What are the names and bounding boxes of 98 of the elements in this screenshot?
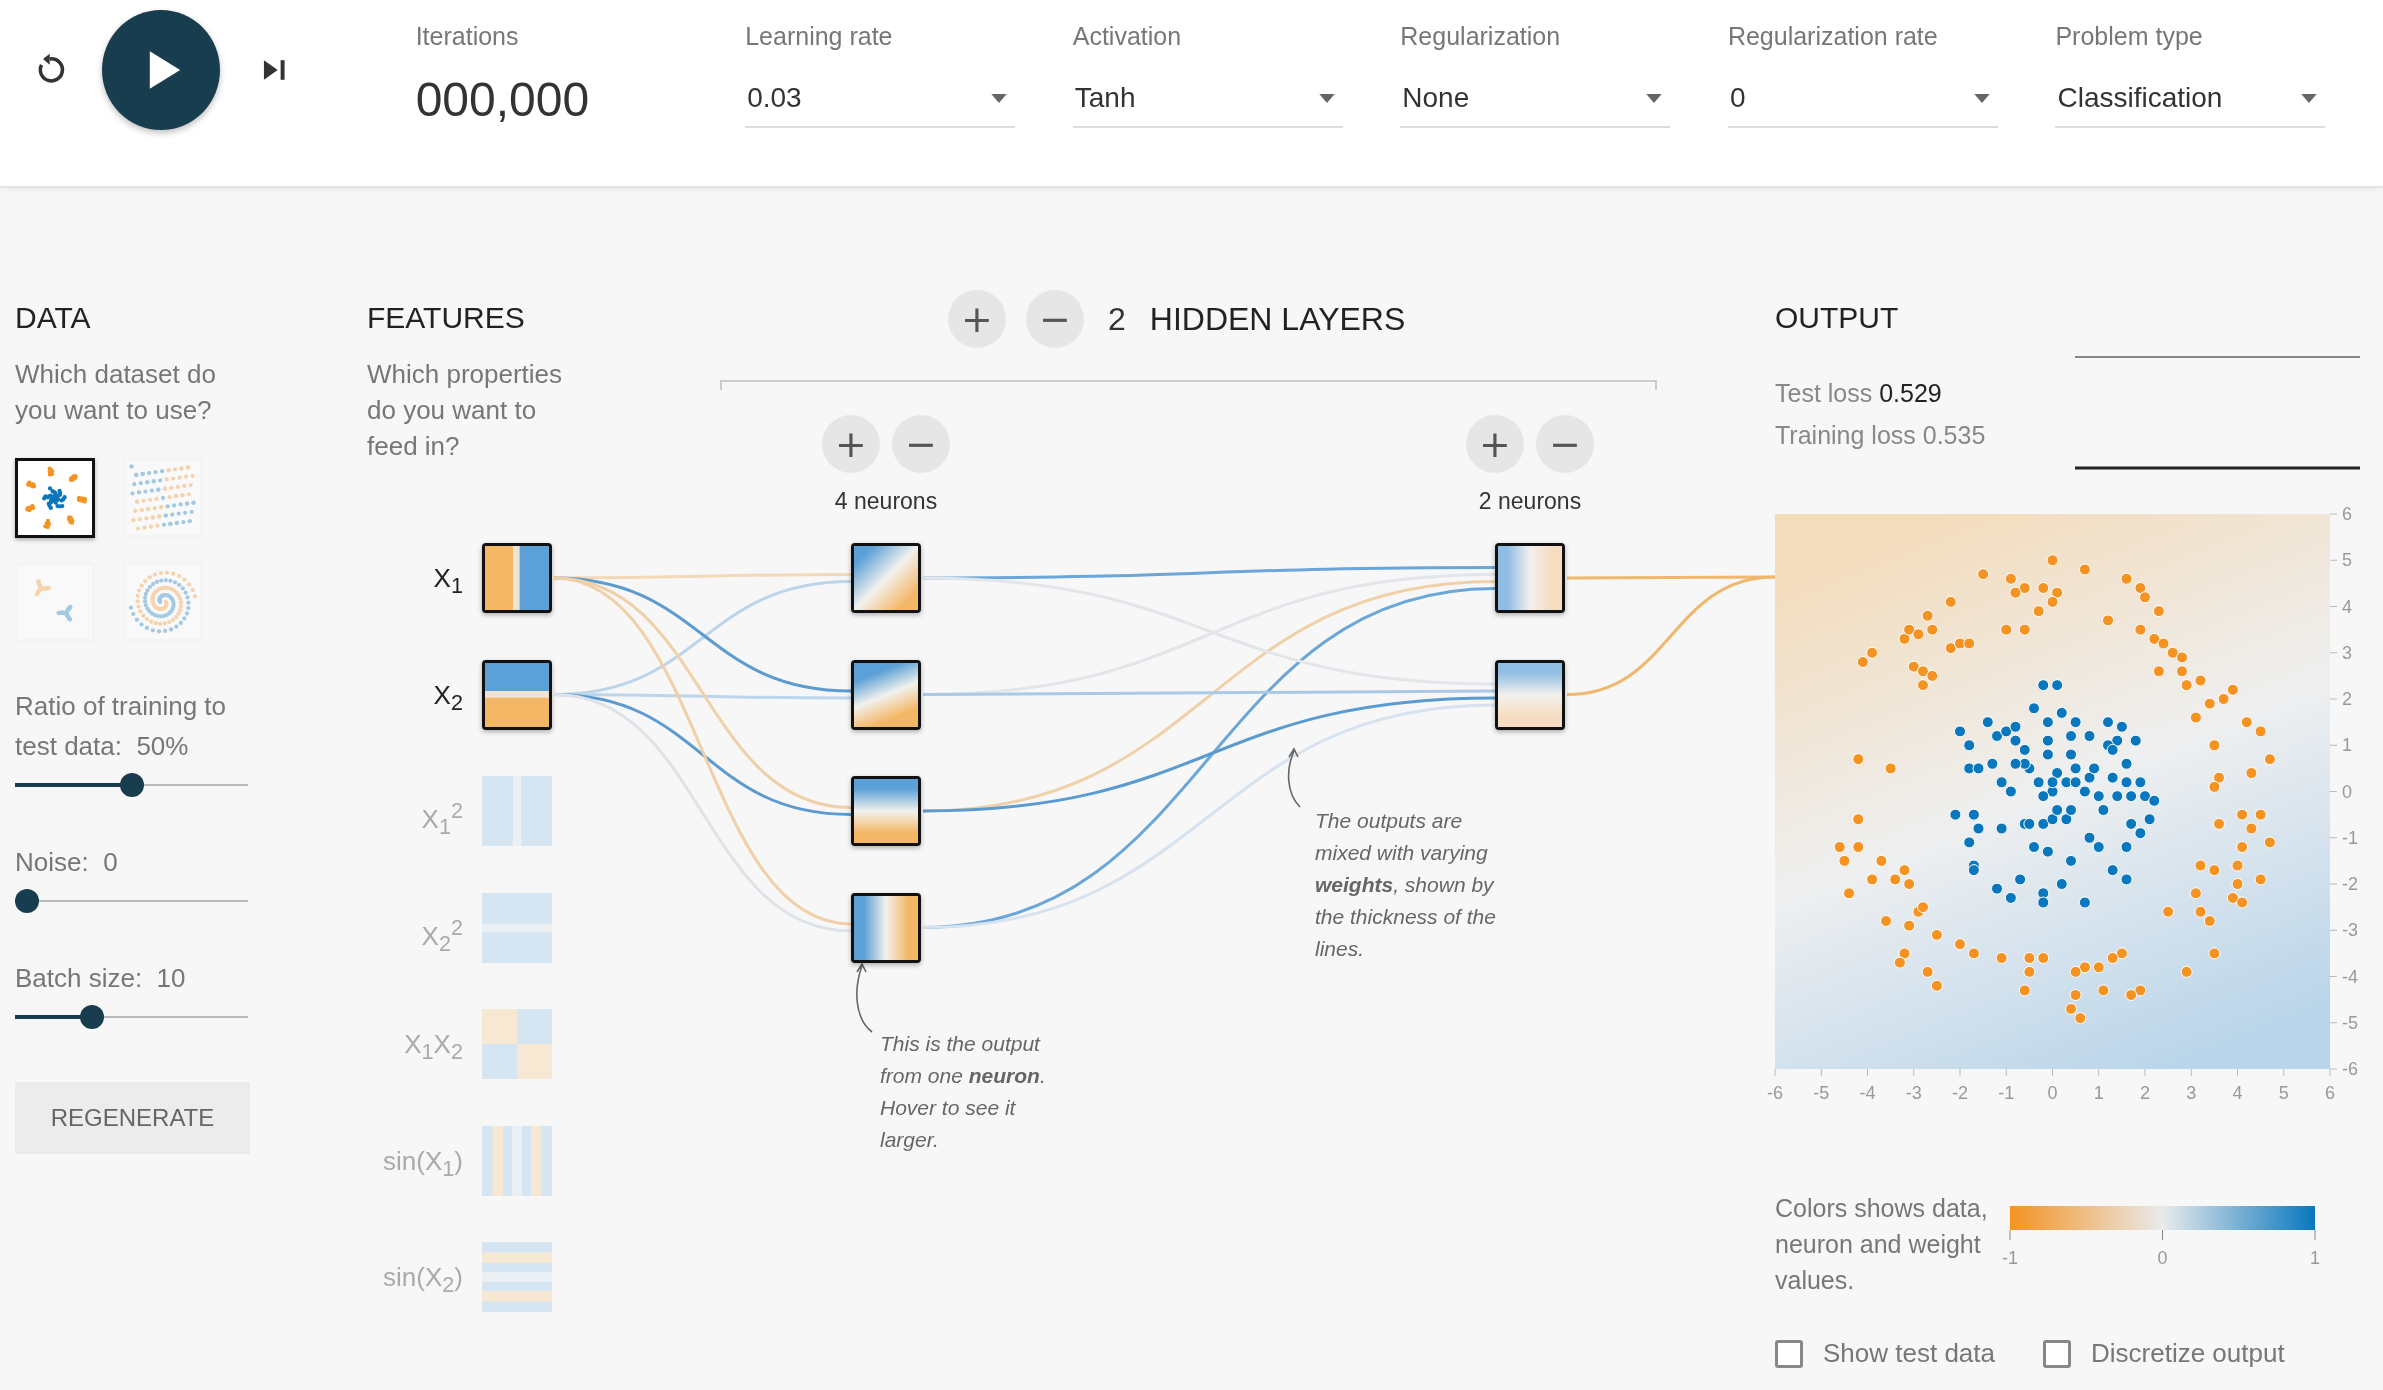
section-title: DATA xyxy=(15,300,92,336)
training-loss-text: Training loss 0.535 xyxy=(1775,420,1987,451)
checkbox[interactable] xyxy=(2043,1339,2071,1368)
section-description: Which properties do you want to feed in? xyxy=(367,358,564,463)
section-title: OUTPUT xyxy=(1775,300,1900,336)
caret-icon xyxy=(1973,93,1990,103)
tick-label: -1 xyxy=(1998,1083,2015,1103)
tick-label: 5 xyxy=(2342,550,2352,571)
caret-icon xyxy=(1646,93,1663,103)
dataset-thumbnail[interactable] xyxy=(15,458,95,538)
field-label: Regularization rate xyxy=(1727,21,1939,52)
add-neuron-button[interactable]: + xyxy=(822,415,880,473)
step-forward-icon[interactable] xyxy=(262,58,288,82)
tick-label: 3 xyxy=(2186,1083,2197,1103)
tick-label: -6 xyxy=(1767,1083,1783,1103)
field-label: Learning rate xyxy=(745,21,894,52)
slider-thumb[interactable] xyxy=(15,889,39,913)
regenerate-button[interactable]: REGENERATE xyxy=(15,1082,250,1154)
slider-label: Noise: 0 xyxy=(15,846,119,879)
iteration-count: 000,000 xyxy=(415,72,591,127)
tick-label: 1 xyxy=(2093,1083,2104,1103)
tick-label: -5 xyxy=(2342,1012,2358,1033)
neuron-node[interactable] xyxy=(851,892,921,963)
remove-neuron-button[interactable]: − xyxy=(892,415,950,473)
slider-thumb[interactable] xyxy=(79,1005,104,1029)
feature-label: sin(X$_{1}$) xyxy=(382,1144,463,1183)
tick-label: -3 xyxy=(2342,920,2358,941)
tick-label: 1 xyxy=(2310,1248,2320,1268)
tick-label: 1 xyxy=(2342,735,2352,756)
field-label: Problem type xyxy=(2055,21,2204,52)
layer-count: 2 xyxy=(1108,300,1126,338)
remove-layer-button[interactable]: − xyxy=(1026,290,1084,348)
checkbox-label: Show test data xyxy=(1823,1338,1995,1369)
feature-node[interactable] xyxy=(482,659,552,730)
test-loss-text: Test loss 0.529 xyxy=(1775,378,1943,409)
tick-label: 4 xyxy=(2342,596,2352,617)
tick-label: 6 xyxy=(2342,504,2352,524)
tick-label: 6 xyxy=(2325,1083,2335,1103)
checkbox[interactable] xyxy=(1775,1339,1803,1368)
slider-label: Batch size: 10 xyxy=(15,962,187,995)
dropdown[interactable]: Classification xyxy=(2055,82,2326,128)
section-title: HIDDEN LAYERS xyxy=(1149,300,1406,338)
tick-label: 0 xyxy=(2342,781,2352,802)
tick-label: 0 xyxy=(2157,1248,2168,1268)
dropdown[interactable]: Tanh xyxy=(1072,82,1343,128)
tick-label: -6 xyxy=(2342,1059,2358,1079)
play-button[interactable] xyxy=(102,10,221,130)
tick-label: -1 xyxy=(2002,1248,2018,1268)
caret-icon xyxy=(2301,93,2318,103)
feature-node[interactable] xyxy=(482,1125,552,1196)
field-label: Regularization xyxy=(1400,21,1562,52)
section-description: Which dataset do you want to use? xyxy=(15,358,217,427)
field-label: Activation xyxy=(1072,21,1183,52)
neuron-count-label: 4 neurons xyxy=(833,488,939,515)
feature-node[interactable] xyxy=(482,776,552,846)
neuron-node[interactable] xyxy=(851,543,921,613)
add-layer-button[interactable]: + xyxy=(948,290,1006,348)
tick-label: 4 xyxy=(2232,1083,2243,1103)
annotation-text: The outputs are mixed with varying weights, shown by the thickness of the lines. xyxy=(1315,808,1497,962)
neuron-count-label: 2 neurons xyxy=(1477,488,1583,515)
field-label: Iterations xyxy=(415,21,520,52)
remove-neuron-button[interactable]: − xyxy=(1536,415,1594,473)
tick-label: 3 xyxy=(2342,642,2352,663)
feature-label: X$_{2}$ xyxy=(432,678,463,717)
annotation-text: This is the output from one neuron. Hover to see it larger. xyxy=(880,1031,1047,1153)
slider-thumb[interactable] xyxy=(119,773,144,797)
tick-label: 2 xyxy=(2140,1083,2150,1103)
tick-label: 0 xyxy=(2047,1083,2058,1103)
neuron-node[interactable] xyxy=(1495,543,1565,613)
tick-label: -1 xyxy=(2342,827,2358,848)
tick-label: -2 xyxy=(2342,874,2358,894)
neuron-node[interactable] xyxy=(851,659,921,730)
feature-node[interactable] xyxy=(482,892,552,963)
feature-node[interactable] xyxy=(482,543,552,613)
tick-label: -4 xyxy=(2342,966,2358,987)
feature-label: sin(X$_{2}$) xyxy=(382,1261,463,1300)
checkbox-label: Discretize output xyxy=(2091,1338,2285,1369)
feature-node[interactable] xyxy=(482,1242,552,1312)
caret-icon xyxy=(1318,93,1335,103)
dropdown[interactable]: 0 xyxy=(1727,82,1998,128)
section-title: FEATURES xyxy=(367,300,526,336)
tick-label: 2 xyxy=(2342,689,2352,709)
dropdown[interactable]: 0.03 xyxy=(745,82,1016,128)
dropdown[interactable]: None xyxy=(1400,82,1671,128)
tick-label: -2 xyxy=(1952,1083,1968,1103)
feature-label: X$_{1}$ xyxy=(432,562,463,601)
add-neuron-button[interactable]: + xyxy=(1466,415,1524,473)
feature-node[interactable] xyxy=(482,1009,552,1079)
tick-label: -5 xyxy=(1813,1083,1830,1103)
tick-label: -3 xyxy=(1905,1083,1922,1103)
slider-label: Ratio of training to test data: 50% xyxy=(15,690,227,763)
caret-icon xyxy=(991,93,1008,103)
tick-label: -4 xyxy=(1859,1083,1876,1103)
legend-text: Colors shows data, neuron and weight values. xyxy=(1775,1193,1989,1296)
neuron-node[interactable] xyxy=(851,776,921,846)
feature-label: X$_{1}$X$_{2}$ xyxy=(403,1028,463,1067)
tick-label: 5 xyxy=(2278,1083,2289,1103)
neuron-node[interactable] xyxy=(1495,659,1565,730)
